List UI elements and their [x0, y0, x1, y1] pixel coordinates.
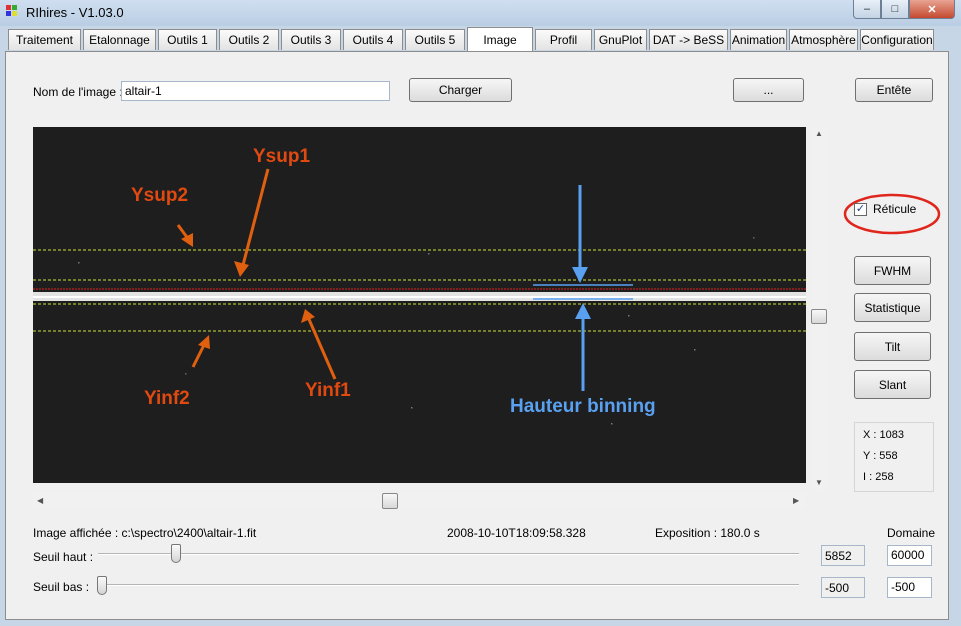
tab-configuration[interactable]: Configuration: [860, 29, 934, 50]
fwhm-button[interactable]: FWHM: [854, 256, 931, 285]
window-title: RIhires - V1.03.0: [26, 5, 124, 20]
title-bar: RIhires - V1.03.0 – □ ✕: [0, 0, 961, 26]
seuil-bas-domain-input[interactable]: -500: [887, 577, 932, 598]
tab-outils-1[interactable]: Outils 1: [158, 29, 217, 50]
reticle-checkbox-area[interactable]: ✓ Réticule: [842, 192, 942, 236]
tab-outils-2[interactable]: Outils 2: [219, 29, 279, 50]
coord-y: Y : 558: [863, 450, 898, 462]
coord-intensity: I : 258: [863, 471, 894, 483]
seuil-bas-value: -500: [821, 577, 865, 598]
image-name-label: Nom de l'image :: [33, 85, 123, 99]
slant-button[interactable]: Slant: [854, 370, 931, 399]
reticle-checkbox[interactable]: ✓: [854, 203, 867, 216]
horizontal-scrollbar[interactable]: ◀ ▶: [33, 493, 806, 509]
tab-image[interactable]: Image: [467, 27, 533, 51]
seuil-haut-track: [98, 553, 799, 555]
scroll-right-icon[interactable]: ▶: [793, 496, 799, 505]
yinf2-label: Yinf2: [144, 388, 190, 409]
spectrum-image: Ysup1 Ysup2 Yinf1 Yinf2 Hauteur binning: [33, 146, 806, 425]
tab-atmosphere[interactable]: Atmosphère: [789, 29, 858, 50]
tab-traitement[interactable]: Traitement: [8, 29, 81, 50]
scroll-up-icon[interactable]: ▲: [815, 129, 823, 138]
vertical-scrollbar[interactable]: ▲ ▼: [811, 127, 827, 490]
close-button[interactable]: ✕: [909, 0, 955, 19]
seuil-haut-slider[interactable]: [171, 544, 181, 563]
seuil-bas-track: [98, 584, 799, 586]
displayed-image-path: Image affichée : c:\spectro\2400\altair-…: [33, 526, 257, 540]
image-timestamp: 2008-10-10T18:09:58.328: [447, 526, 586, 540]
tab-dat-bess[interactable]: DAT -> BeSS: [649, 29, 728, 50]
ysup1-label: Ysup1: [253, 146, 310, 167]
scroll-down-icon[interactable]: ▼: [815, 478, 823, 487]
cursor-coordinates: X : 1083 Y : 558 I : 258: [854, 422, 934, 492]
app-icon: [6, 5, 22, 21]
seuil-bas-label: Seuil bas :: [33, 580, 90, 594]
statistics-button[interactable]: Statistique: [854, 293, 931, 322]
tab-outils-5[interactable]: Outils 5: [405, 29, 465, 50]
tab-outils-3[interactable]: Outils 3: [281, 29, 341, 50]
browse-button[interactable]: ...: [733, 78, 804, 102]
minimize-button[interactable]: –: [853, 0, 881, 19]
ysup2-label: Ysup2: [131, 185, 188, 206]
coord-x: X : 1083: [863, 429, 904, 441]
load-button[interactable]: Charger: [409, 78, 512, 102]
tab-animation[interactable]: Animation: [730, 29, 787, 50]
seuil-haut-label: Seuil haut :: [33, 550, 94, 564]
maximize-button[interactable]: □: [881, 0, 909, 19]
vertical-scroll-thumb[interactable]: [811, 309, 827, 324]
tab-profil[interactable]: Profil: [535, 29, 592, 50]
exposure-time: Exposition : 180.0 s: [655, 526, 760, 540]
image-viewer[interactable]: Ysup1 Ysup2 Yinf1 Yinf2 Hauteur binning: [33, 127, 806, 483]
scroll-left-icon[interactable]: ◀: [37, 496, 43, 505]
tab-etalonnage[interactable]: Etalonnage: [83, 29, 156, 50]
seuil-bas-slider[interactable]: [97, 576, 107, 595]
seuil-haut-value: 5852: [821, 545, 865, 566]
tilt-button[interactable]: Tilt: [854, 332, 931, 361]
reticle-label: Réticule: [873, 202, 917, 216]
header-button[interactable]: Entête: [855, 78, 933, 102]
horizontal-scroll-thumb[interactable]: [382, 493, 398, 509]
image-name-input[interactable]: altair-1: [121, 81, 390, 101]
seuil-haut-domain-input[interactable]: 60000: [887, 545, 932, 566]
tab-outils-4[interactable]: Outils 4: [343, 29, 403, 50]
image-tab-panel: Nom de l'image : altair-1 Charger ... En…: [5, 51, 949, 620]
tab-gnuplot[interactable]: GnuPlot: [594, 29, 647, 50]
binning-label: Hauteur binning: [510, 396, 656, 417]
domain-label: Domaine: [887, 526, 936, 540]
yinf1-label: Yinf1: [305, 380, 351, 401]
